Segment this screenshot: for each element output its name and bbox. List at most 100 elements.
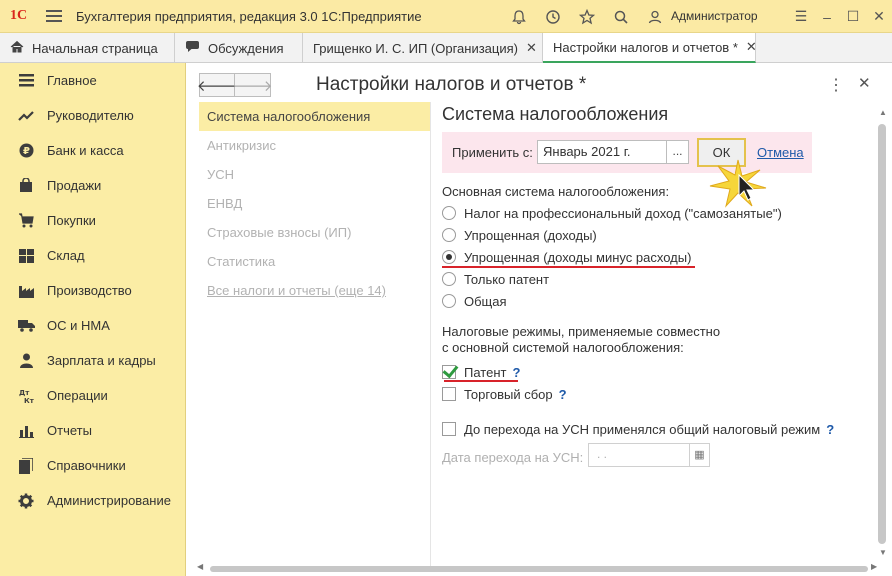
radio-button[interactable] [442, 228, 456, 242]
section-item-insurance[interactable]: Страховые взносы (ИП) [199, 218, 430, 247]
tab-label: Обсуждения [208, 40, 284, 56]
tab-organization[interactable]: Грищенко И. С. ИП (Организация) ✕ [303, 33, 543, 63]
radio-button[interactable] [442, 294, 456, 308]
help-icon[interactable]: ? [826, 422, 834, 437]
radio-label: Упрощенная (доходы) [464, 227, 597, 243]
apply-date-picker-button[interactable]: ... [667, 140, 689, 164]
sidebar-item-assets[interactable]: ОС и НМА [0, 308, 185, 343]
settings-menu-icon[interactable]: ☰ [788, 8, 814, 25]
checkbox[interactable] [442, 422, 456, 436]
scroll-up-icon[interactable]: ▲ [879, 108, 887, 117]
combined-modes-line-1: Налоговые режимы, применяемые совместно [442, 324, 721, 339]
section-list: Система налогообложения Антикризис УСН Е… [199, 102, 431, 572]
close-window-icon[interactable]: ✕ [866, 8, 892, 25]
apply-date-input[interactable]: Январь 2021 г. [537, 140, 667, 164]
report-icon [17, 422, 35, 440]
radio-usn-income[interactable]: Упрощенная (доходы) [442, 225, 597, 245]
checkbox-trade-fee[interactable]: Торговый сбор ? [442, 384, 567, 404]
settings-panel: Система налогообложения Применить с: Янв… [442, 102, 882, 467]
svg-text:₽: ₽ [23, 146, 30, 157]
scroll-down-icon[interactable]: ▼ [879, 548, 887, 557]
sidebar-item-manager[interactable]: Руководителю [0, 98, 185, 133]
user-icon[interactable] [638, 0, 672, 33]
close-tab-icon[interactable]: ✕ [526, 40, 537, 56]
cart-icon [17, 212, 35, 230]
truck-icon [17, 317, 35, 335]
radio-usn-income-minus-expenses[interactable]: Упрощенная (доходы минус расходы) [442, 247, 691, 267]
radio-general[interactable]: Общая [442, 291, 507, 311]
page-title: Настройки налогов и отчетов * [316, 74, 587, 95]
minimize-icon[interactable]: – [814, 9, 840, 25]
tab-label: Грищенко И. С. ИП (Организация) [313, 40, 518, 56]
radio-button[interactable] [442, 272, 456, 286]
radio-button[interactable] [442, 206, 456, 220]
svg-text:Дт: Дт [19, 389, 30, 397]
sidebar-item-bank[interactable]: ₽ Банк и касса [0, 133, 185, 168]
checkbox[interactable] [442, 387, 456, 401]
transition-date-input[interactable]: . . [588, 443, 690, 467]
section-item-anticrisis[interactable]: Антикризис [199, 131, 430, 160]
scroll-left-icon[interactable]: ◀ [197, 562, 203, 571]
sidebar-item-purchases[interactable]: Покупки [0, 203, 185, 238]
horizontal-scrollbar[interactable] [210, 566, 868, 572]
radio-self-employed[interactable]: Налог на профессиональный доход ("самоза… [442, 203, 782, 223]
section-item-usn[interactable]: УСН [199, 160, 430, 189]
sidebar-item-warehouse[interactable]: Склад [0, 238, 185, 273]
checkbox-patent[interactable]: Патент ? [442, 362, 520, 382]
calendar-icon[interactable]: ▦ [690, 443, 710, 467]
radio-label: Упрощенная (доходы минус расходы) [464, 249, 692, 265]
sidebar-item-admin[interactable]: Администрирование [0, 483, 185, 518]
more-actions-icon[interactable]: ⋮ [828, 75, 844, 95]
tab-tax-settings[interactable]: Настройки налогов и отчетов * ✕ [543, 33, 757, 63]
search-icon[interactable] [604, 0, 638, 33]
main-menu-icon[interactable] [46, 10, 62, 22]
maximize-icon[interactable]: ☐ [840, 8, 866, 25]
section-item-envd[interactable]: ЕНВД [199, 189, 430, 218]
sidebar-item-sales[interactable]: Продажи [0, 168, 185, 203]
sidebar-item-salary[interactable]: Зарплата и кадры [0, 343, 185, 378]
app-title: Бухгалтерия предприятия, редакция 3.0 1С… [76, 8, 422, 24]
main-system-label: Основная система налогообложения: [442, 184, 670, 199]
section-title: Система налогообложения [442, 104, 669, 124]
history-icon[interactable] [536, 0, 570, 33]
back-button[interactable]: 🡐 [197, 73, 237, 97]
radio-label: Только патент [464, 271, 550, 287]
title-toolbar [502, 0, 672, 33]
checkbox[interactable] [442, 365, 456, 379]
help-icon[interactable]: ? [512, 365, 520, 380]
radio-button[interactable] [442, 250, 456, 264]
warehouse-icon [17, 247, 35, 265]
chat-icon [185, 40, 200, 56]
window-controls: ☰ – ☐ ✕ [788, 0, 892, 33]
checkbox-label: До перехода на УСН применялся общий нало… [464, 421, 821, 437]
home-icon [10, 40, 24, 56]
ruble-icon: ₽ [17, 142, 35, 160]
radio-patent-only[interactable]: Только патент [442, 269, 549, 289]
sidebar-item-references[interactable]: Справочники [0, 448, 185, 483]
navigation-buttons: 🡐 🡒 [197, 73, 273, 97]
tab-discussions[interactable]: Обсуждения [175, 33, 303, 63]
user-name[interactable]: Администратор [671, 9, 758, 23]
section-item-all-taxes-link[interactable]: Все налоги и отчеты (еще 14) [199, 276, 430, 305]
sidebar-item-main[interactable]: Главное [0, 63, 185, 98]
bell-icon[interactable] [502, 0, 536, 33]
sidebar-item-production[interactable]: Производство [0, 273, 185, 308]
close-form-icon[interactable]: ✕ [858, 74, 871, 92]
scroll-right-icon[interactable]: ▶ [871, 562, 877, 571]
tab-home[interactable]: Начальная страница [0, 33, 175, 63]
sidebar-item-operations[interactable]: Дт Кт Операции [0, 378, 185, 413]
forward-button[interactable]: 🡒 [232, 73, 273, 97]
vertical-scrollbar[interactable] [878, 124, 886, 544]
section-item-tax-system[interactable]: Система налогообложения [199, 102, 430, 131]
combined-modes-label: Налоговые режимы, применяемые совместно … [442, 324, 720, 356]
arrow-right-icon: 🡒 [232, 77, 273, 95]
star-icon[interactable] [570, 0, 604, 33]
help-icon[interactable]: ? [559, 387, 567, 402]
checkbox-prior-general[interactable]: До перехода на УСН применялся общий нало… [442, 419, 834, 439]
sidebar-item-reports[interactable]: Отчеты [0, 413, 185, 448]
section-item-statistics[interactable]: Статистика [199, 247, 430, 276]
close-tab-icon[interactable]: ✕ [746, 39, 757, 55]
gear-icon [17, 492, 35, 510]
app-logo: 1С [10, 8, 28, 23]
title-bar: 1С Бухгалтерия предприятия, редакция 3.0… [0, 0, 892, 33]
